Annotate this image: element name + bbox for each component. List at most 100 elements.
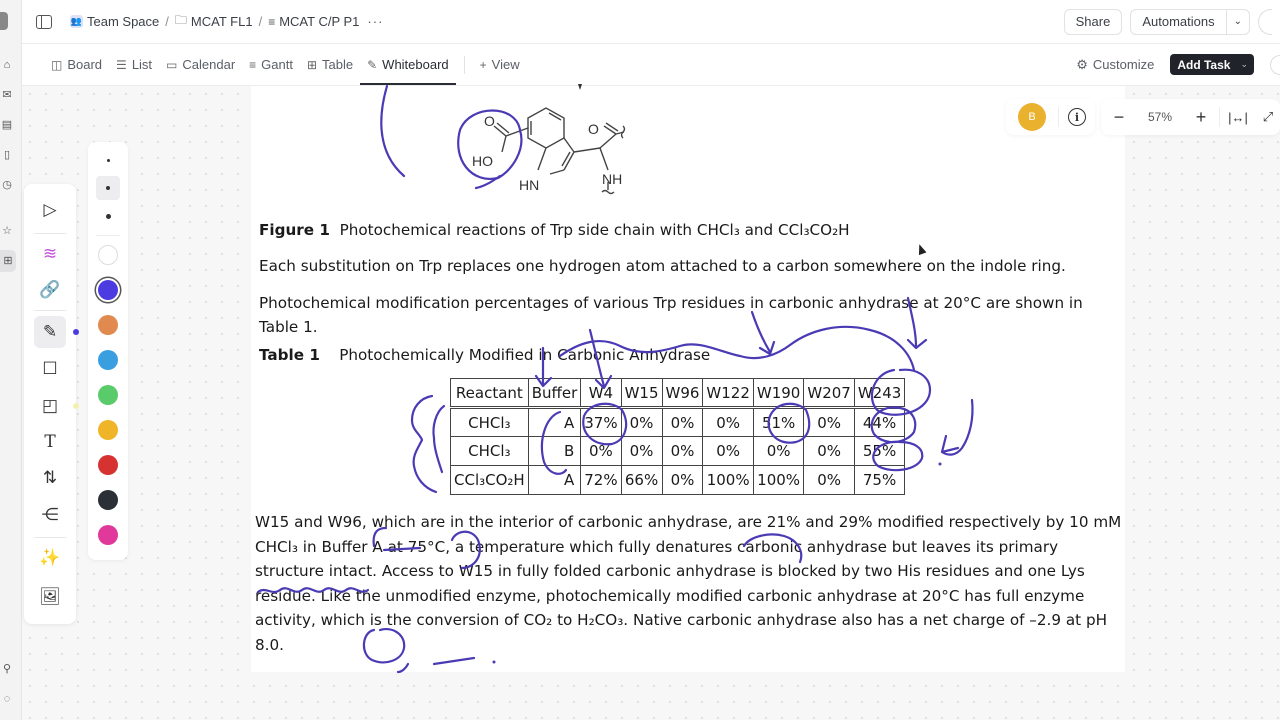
inbox-icon[interactable]: ✉ — [0, 88, 14, 102]
header-cell: W190 — [752, 378, 805, 409]
figure-caption: Figure 1 Photochemical reactions of Trp … — [259, 221, 850, 239]
header-cell: W96 — [661, 378, 704, 409]
view-bar: ◫ Board ☰ List ▭ Calendar ≡ Gantt ⊞ Table ✎ Wh… — [22, 44, 1280, 86]
tryptophan-structure-diagram: O HO O HN NH — [472, 107, 626, 195]
sticky-note-tool-button[interactable]: ◰ — [34, 390, 66, 422]
figure-label: Figure 1 — [259, 221, 330, 239]
favorites-icon[interactable]: ☆ — [0, 224, 14, 238]
avatar[interactable]: B — [1018, 103, 1046, 131]
breadcrumb-list[interactable]: ≡ MCAT C/P P1 — [268, 14, 359, 29]
text-icon: T — [44, 432, 56, 452]
pen-icon: ✎ — [42, 322, 58, 341]
connector-tool-button[interactable]: ⇅ — [34, 462, 66, 494]
plus-icon: + — [479, 57, 487, 72]
shape-tool-button[interactable]: ☐ — [34, 353, 66, 385]
table-cell: 0% — [661, 436, 704, 466]
more-button[interactable] — [1258, 8, 1272, 35]
app-window: ⌂ ✉ ▤ ▯ ◷ ☆ ⊞ ⚲ ◌ 👥 Team Space / 🗀 MCAT … — [0, 0, 1280, 720]
clock-icon[interactable]: ◷ — [0, 178, 14, 192]
breadcrumb-folder[interactable]: 🗀 MCAT FL1 — [175, 11, 253, 32]
tab-label: Board — [67, 57, 103, 72]
sidebar-toggle-icon[interactable] — [36, 14, 52, 29]
color-swatch[interactable] — [98, 490, 118, 510]
docs-icon[interactable]: ▤ — [0, 118, 14, 132]
tab-board[interactable]: ◫ Board — [44, 44, 109, 85]
pen-tool-button[interactable]: ✎ — [34, 316, 66, 348]
color-swatch[interactable] — [98, 385, 118, 405]
tab-calendar[interactable]: ▭ Calendar — [159, 44, 242, 85]
automations-dropdown-chevron-icon[interactable]: ⌄ — [1226, 8, 1250, 35]
invite-icon[interactable]: ⚲ — [0, 662, 14, 676]
sticky-color-indicator — [73, 403, 79, 409]
molecule-label: NH — [602, 171, 622, 187]
select-tool-button[interactable]: ▷ — [34, 194, 66, 226]
color-swatch[interactable] — [98, 280, 118, 300]
spaces-icon[interactable]: ⊞ — [0, 250, 16, 272]
stroke-size-medium[interactable] — [96, 176, 120, 200]
table-cell: 44% — [853, 407, 906, 437]
header-cell: W122 — [702, 378, 754, 409]
fullscreen-button[interactable]: ⤢ — [1256, 99, 1280, 135]
table-row: CHCl₃ A 37% 0% 0% 0% 51% 0% 44% — [450, 407, 906, 437]
chevron-down-icon[interactable]: ⌄ — [1240, 59, 1248, 70]
customize-button[interactable]: ⚙ Customize — [1076, 57, 1154, 73]
tab-label: Whiteboard — [382, 57, 449, 72]
color-swatch[interactable] — [98, 245, 118, 265]
zoom-in-button[interactable]: + — [1183, 99, 1219, 135]
breadcrumb-separator: / — [165, 14, 169, 29]
view-tabs: ◫ Board ☰ List ▭ Calendar ≡ Gantt ⊞ Table ✎ Wh… — [44, 44, 527, 85]
fit-width-button[interactable]: |↔| — [1220, 99, 1256, 135]
table-cell: 72% — [580, 465, 622, 495]
top-bar: 👥 Team Space / 🗀 MCAT FL1 / ≡ MCAT C/P P… — [22, 0, 1280, 44]
collaborators-group: B i — [1006, 99, 1095, 135]
color-swatch[interactable] — [98, 525, 118, 545]
tab-label: Gantt — [261, 57, 293, 72]
zoom-out-button[interactable]: − — [1101, 99, 1137, 135]
automations-button[interactable]: Automations — [1130, 8, 1227, 35]
dashboards-icon[interactable]: ▯ — [0, 148, 14, 162]
add-task-button[interactable]: Add Task ⌄ — [1170, 54, 1254, 75]
workspace-logo[interactable] — [0, 12, 8, 30]
color-swatch[interactable] — [98, 315, 118, 335]
table-cell: 0% — [803, 407, 855, 437]
info-button[interactable]: i — [1059, 99, 1095, 135]
breadcrumb-team-space[interactable]: 👥 Team Space — [70, 14, 159, 29]
ai-tool-button[interactable]: ≋ — [34, 238, 66, 270]
table-cell: 0% — [702, 436, 754, 466]
connector-icon: ⇅ — [42, 468, 58, 487]
more-button[interactable] — [1270, 54, 1280, 75]
table-cell: A — [527, 465, 582, 495]
add-view-button[interactable]: + View — [473, 44, 527, 85]
tab-whiteboard[interactable]: ✎ Whiteboard — [360, 44, 456, 85]
mindmap-icon: ⋲ — [41, 505, 59, 524]
mindmap-tool-button[interactable]: ⋲ — [34, 499, 66, 531]
stroke-size-large[interactable] — [96, 204, 120, 228]
image-tool-button[interactable]: 🖼 — [34, 581, 66, 613]
modification-table: Reactant Buffer W4 W15 W96 W122 W190 W20… — [450, 378, 906, 495]
text-tool-button[interactable]: T — [34, 426, 66, 458]
color-swatch[interactable] — [98, 455, 118, 475]
folder-icon: 🗀 — [174, 13, 187, 27]
stroke-size-small[interactable] — [96, 148, 120, 172]
table-cell: CHCl₃ — [450, 407, 529, 437]
list-icon: ☰ — [116, 57, 127, 72]
home-icon[interactable]: ⌂ — [0, 58, 14, 72]
paragraph-interior-residues: W15 and W96, which are in the interior o… — [255, 513, 1122, 654]
zoom-level[interactable]: 57% — [1137, 110, 1183, 124]
tab-table[interactable]: ⊞ Table — [300, 44, 360, 85]
board-icon: ◫ — [51, 57, 63, 72]
table-header-row: Reactant Buffer W4 W15 W96 W122 W190 W20… — [450, 378, 906, 409]
breadcrumb: 👥 Team Space / 🗀 MCAT FL1 / ≡ MCAT C/P P… — [70, 11, 383, 32]
link-tool-button[interactable]: 🔗 — [34, 274, 66, 306]
breadcrumb-label: MCAT C/P P1 — [279, 14, 360, 29]
tab-list[interactable]: ☰ List — [109, 44, 159, 85]
color-swatch[interactable] — [98, 350, 118, 370]
help-icon[interactable]: ◌ — [0, 692, 14, 706]
tab-gantt[interactable]: ≡ Gantt — [242, 44, 300, 85]
table-row: CCl₃CO₂H A 72% 66% 0% 100% 100% 0% 75% — [450, 465, 906, 495]
share-button[interactable]: Share — [1063, 8, 1123, 35]
more-options-icon[interactable]: ··· — [367, 14, 383, 29]
magic-tool-button[interactable]: ✨ — [34, 542, 66, 574]
whiteboard-toolbar: ▷ ≋ 🔗 ✎ ☐ ◰ T ⇅ ⋲ ✨ 🖼 — [24, 184, 76, 624]
color-swatch[interactable] — [98, 420, 118, 440]
